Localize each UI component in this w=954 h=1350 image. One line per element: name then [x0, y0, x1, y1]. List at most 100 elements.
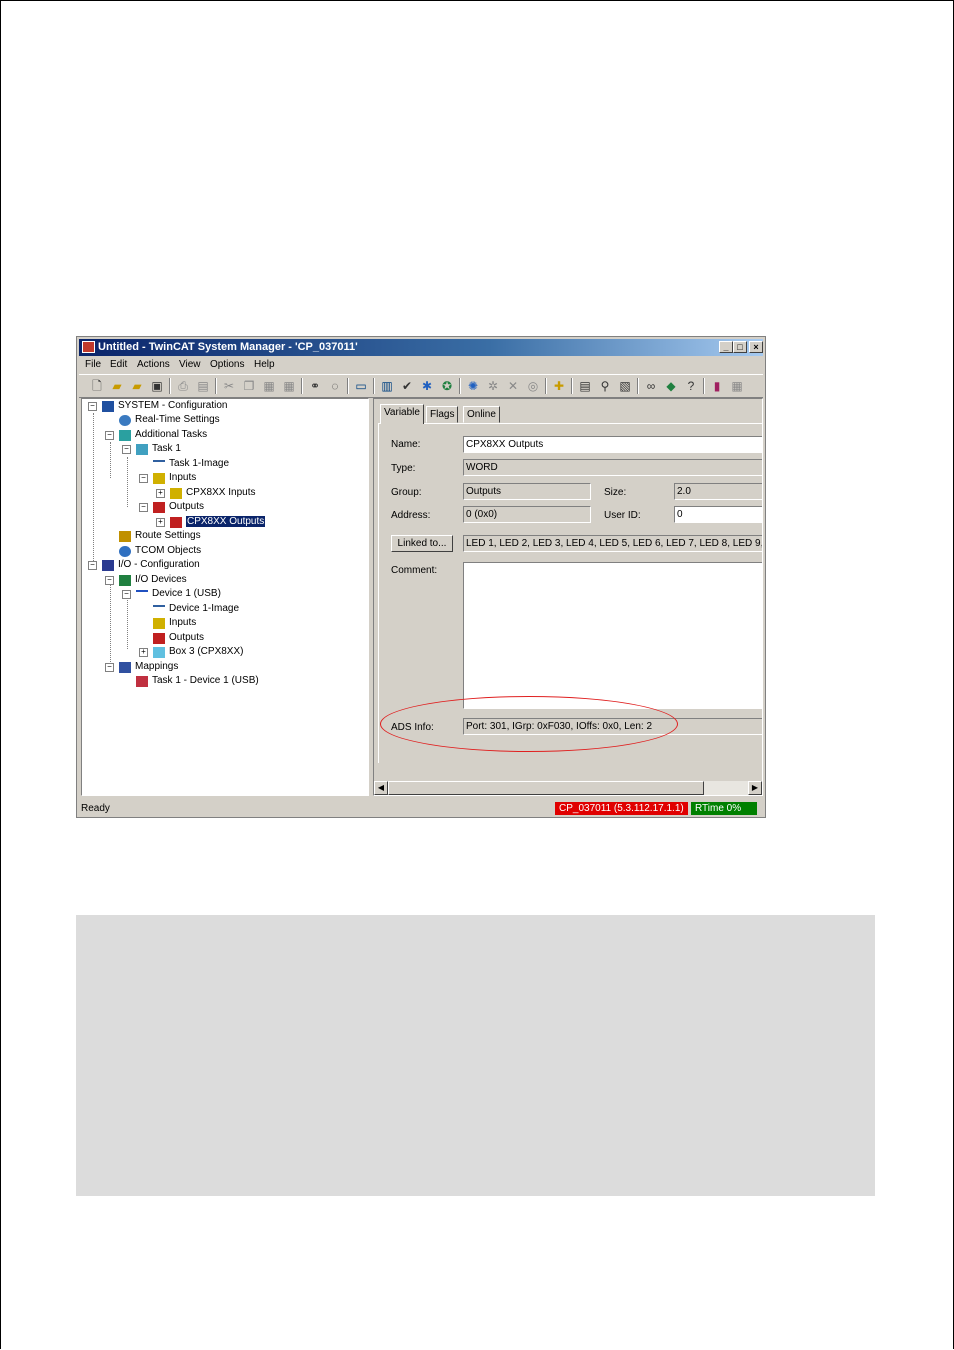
paste-icon[interactable]: ▦ [261, 378, 277, 394]
scroll-right-icon[interactable]: ▶ [748, 781, 762, 795]
userid-label: User ID: [604, 510, 641, 521]
book-icon[interactable]: ▮ [709, 378, 725, 394]
menu-help[interactable]: Help [254, 359, 275, 370]
expand-icon[interactable]: + [139, 648, 148, 657]
mapping-icon [136, 675, 148, 687]
tree-label: Real-Time Settings [135, 414, 220, 425]
cut-icon[interactable]: ✂ [221, 378, 237, 394]
toolbar-separator [703, 378, 705, 394]
toolbar-separator [459, 378, 461, 394]
open-icon[interactable]: ▰ [109, 378, 125, 394]
collapse-icon[interactable]: − [139, 474, 148, 483]
collapse-icon[interactable]: − [122, 445, 131, 454]
comment-field[interactable] [463, 562, 762, 709]
io-devices-icon [119, 574, 131, 586]
toolbar-separator [301, 378, 303, 394]
tree-label: SYSTEM - Configuration [118, 400, 228, 411]
box-icon [153, 646, 165, 658]
scan-icon[interactable]: ✲ [485, 378, 501, 394]
properties-icon[interactable]: ▧ [617, 378, 633, 394]
tree-label: I/O - Configuration [118, 559, 200, 570]
tree-label: Outputs [169, 632, 205, 643]
horizontal-scrollbar[interactable]: ◀ ▶ [374, 781, 762, 795]
activate-icon[interactable]: ✱ [419, 378, 435, 394]
linked-to-button[interactable]: Linked to... [391, 535, 453, 552]
collapse-icon[interactable]: − [105, 576, 114, 585]
tree-view[interactable]: − SYSTEM - Configuration Real-Time Setti… [81, 398, 369, 796]
tab-online[interactable]: Online [463, 406, 500, 423]
tree-label: Additional Tasks [135, 429, 208, 440]
menu-actions[interactable]: Actions [137, 359, 170, 370]
tools-icon[interactable]: ◎ [525, 378, 541, 394]
help-query-icon[interactable]: ? [683, 378, 699, 394]
collapse-icon[interactable]: − [105, 431, 114, 440]
check-icon[interactable]: ✔ [399, 378, 415, 394]
find-icon[interactable]: ⚭ [307, 378, 323, 394]
toolbar-separator [571, 378, 573, 394]
tab-flags[interactable]: Flags [426, 406, 459, 423]
address-label: Address: [391, 510, 431, 521]
menu-bar: File Edit Actions View Options Help [79, 357, 763, 373]
ordered-list-icon[interactable]: ▥ [379, 378, 395, 394]
collapse-icon[interactable]: − [88, 402, 97, 411]
copy-icon[interactable]: ❐ [241, 378, 257, 394]
add-icon[interactable]: ✚ [551, 378, 567, 394]
toolbar-separator [347, 378, 349, 394]
run-icon[interactable]: ✺ [465, 378, 481, 394]
tree-label: Box 3 (CPX8XX) [169, 646, 244, 657]
outputs-icon [153, 501, 165, 513]
linked-to-field: LED 1, LED 2, LED 3, LED 4, LED 5, LED 6… [463, 535, 762, 552]
paste-special-icon[interactable]: ▦ [281, 378, 297, 394]
tree-line [127, 457, 128, 507]
io-icon [102, 559, 114, 571]
scroll-left-icon[interactable]: ◀ [374, 781, 388, 795]
tree-icon[interactable]: ▤ [577, 378, 593, 394]
monitor-icon[interactable]: ∞ [643, 378, 659, 394]
tree-label-selected: CPX8XX Outputs [184, 515, 267, 528]
minimize-button[interactable]: _ [719, 341, 733, 353]
mouse-icon[interactable]: ◌ [327, 378, 343, 394]
menu-edit[interactable]: Edit [110, 359, 127, 370]
tree-label: Mappings [135, 661, 179, 672]
goto-icon[interactable]: ◆ [663, 378, 679, 394]
properties-pane: Variable Flags Online Name: CPX8XX Outpu… [373, 398, 763, 796]
device-icon[interactable]: ▭ [353, 378, 369, 394]
collapse-icon[interactable]: − [105, 663, 114, 672]
new-file-icon[interactable]: 🗋 [89, 378, 105, 394]
maximize-button[interactable]: □ [733, 341, 747, 353]
realtime-icon [119, 414, 131, 426]
collapse-icon[interactable]: − [122, 590, 131, 599]
menu-options[interactable]: Options [210, 359, 244, 370]
twincat-window: Untitled - TwinCAT System Manager - 'CP_… [76, 336, 766, 818]
tree-label: TCOM Objects [135, 545, 202, 556]
scroll-thumb[interactable] [388, 781, 704, 795]
task-icon [136, 443, 148, 455]
ads-info-label: ADS Info: [391, 722, 434, 733]
stop-icon[interactable]: ✕ [505, 378, 521, 394]
variable-panel: Name: CPX8XX Outputs Type: WORD Group: O… [378, 423, 762, 763]
save-icon[interactable]: ▣ [149, 378, 165, 394]
userid-field[interactable]: 0 [674, 506, 762, 523]
expand-icon[interactable]: + [156, 489, 165, 498]
close-button[interactable]: × [749, 341, 763, 353]
title-bar[interactable]: Untitled - TwinCAT System Manager - 'CP_… [79, 339, 763, 356]
print-preview-icon[interactable]: ▤ [195, 378, 211, 394]
open-folder-icon[interactable]: ▰ [129, 378, 145, 394]
name-label: Name: [391, 439, 421, 450]
menu-file[interactable]: File [85, 359, 101, 370]
tab-variable[interactable]: Variable [380, 404, 424, 424]
expand-icon[interactable]: + [156, 518, 165, 527]
name-field[interactable]: CPX8XX Outputs [463, 436, 762, 453]
collapse-icon[interactable]: − [88, 561, 97, 570]
print-icon[interactable]: ⎙ [175, 378, 191, 394]
zoom-icon[interactable]: ⚲ [597, 378, 613, 394]
tree-line [110, 442, 111, 478]
status-ready: Ready [81, 803, 110, 814]
menu-view[interactable]: View [179, 359, 201, 370]
set-icon[interactable]: ✪ [439, 378, 455, 394]
comment-label: Comment: [391, 565, 438, 576]
collapse-icon[interactable]: − [139, 503, 148, 512]
address-field: 0 (0x0) [463, 506, 591, 523]
window-title: Untitled - TwinCAT System Manager - 'CP_… [98, 341, 358, 353]
calc-icon[interactable]: ▦ [729, 378, 745, 394]
